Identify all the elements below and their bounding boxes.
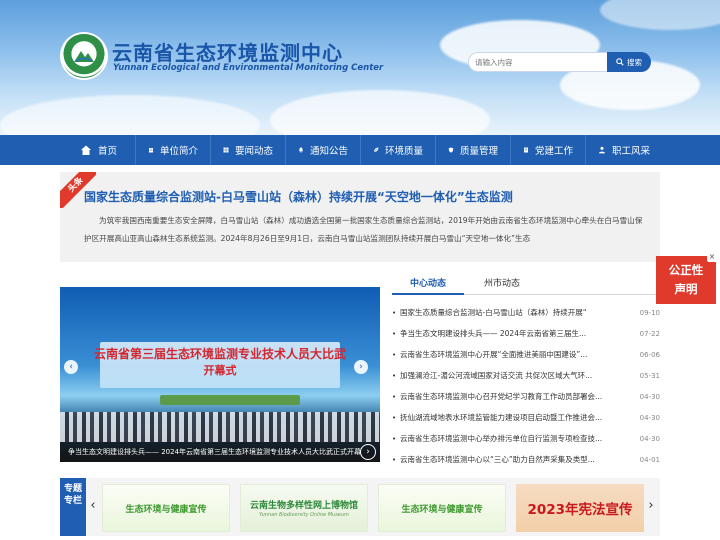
slider-next-button[interactable]: › [354,360,368,374]
main-nav: 首页 单位简介 要闻动态 通知公告 环境质量 质量管理 党建工作 职工风采 [0,135,720,165]
emblem-icon[interactable] [62,34,106,78]
mountain-icon [74,51,94,62]
news-date: 07-22 [639,329,660,338]
nav-item-quality-mgmt[interactable]: 质量管理 [436,135,511,165]
chevron-right-icon: › [359,362,363,372]
nav-item-env-quality[interactable]: 环境质量 [361,135,436,165]
list-item[interactable]: • 云南省生态环境监测中心举办排污单位自行监测专项检查技... 04-30 [392,428,660,449]
close-icon[interactable]: × [707,252,717,262]
nav-item-label: 党建工作 [534,146,573,157]
people-icon [598,146,605,154]
nav-item-label: 通知公告 [309,146,348,157]
news-date: 04-01 [639,455,660,464]
list-item[interactable]: • 国家生态质量综合监测站-白马雪山站（森林）持续开展“ 09-10 [392,302,660,323]
list-item[interactable]: • 云南省生态环境监测中心以“三心”助力自然声采集及类型... 04-01 [392,449,660,470]
home-icon [80,145,91,155]
badge-line-1: 公正性 [668,263,704,277]
photo-slider[interactable]: 云南省第三届生态环境监测专业技术人员大比武 开幕式 争当生态文明建设排头兵—— … [60,287,380,462]
list-item[interactable]: • 云南省生态环境监测中心召开党纪学习教育工作动员部署会... 04-30 [392,386,660,407]
stage-table [160,395,300,405]
cloud-decoration [600,0,720,30]
building-icon [148,148,153,153]
badge-line-2: 声明 [674,282,698,296]
tab-prefecture-news[interactable]: 州市动态 [470,275,534,295]
chevron-right-icon: › [648,498,654,513]
nav-item-news[interactable]: 要闻动态 [211,135,286,165]
banner-health-promo[interactable]: 生态环境与健康宣传 [102,484,230,532]
bell-icon [298,147,303,153]
news-date: 04-30 [639,413,660,422]
book-icon [523,147,528,153]
nav-item-label: 质量管理 [459,146,498,157]
banner-health-promo-2[interactable]: 生态环境与健康宣传 [378,484,506,532]
feature-prev-button[interactable]: ‹ [88,496,98,516]
news-tabs: 中心动态 州市动态 [392,275,660,295]
nav-item-label: 要闻动态 [234,146,273,157]
search-icon [616,58,624,66]
search-input[interactable] [468,52,608,72]
news-date: 06-06 [639,350,660,359]
banner-biodiversity-museum[interactable]: 云南生物多样性网上博物馆 Yunnan Biodiversity Online … [240,484,368,532]
news-title[interactable]: 云南省生态环境监测中心召开党纪学习教育工作动员部署会... [398,391,632,402]
nav-item-label: 环境质量 [384,146,423,157]
banner-subtitle: Yunnan Biodiversity Online Museum [259,512,349,518]
nav-item-staff[interactable]: 职工风采 [586,135,662,165]
site-title[interactable]: 云南省生态环境监测中心 [112,37,343,66]
news-date: 05-31 [639,371,660,380]
nav-item-label: 首页 [97,146,117,157]
news-title[interactable]: 抚仙湖流域地表水环境监管能力建设项目启动暨工作推进会... [398,412,632,423]
banner-title: 云南生物多样性网上博物馆 [249,501,358,511]
news-title[interactable]: 争当生态文明建设排头兵—— 2024年云南省第三届生... [398,328,632,339]
list-item[interactable]: • 抚仙湖流域地表水环境监管能力建设项目启动暨工作推进会... 04-30 [392,407,660,428]
tab-center-news[interactable]: 中心动态 [392,275,464,295]
banner-title: 生态环境与健康宣传 [401,504,483,515]
nav-item-label: 职工风采 [611,146,650,157]
shield-icon [448,147,454,153]
news-title[interactable]: 云南省生态环境监测中心开展“全面推进美丽中国建设”... [398,349,632,360]
nav-item-label: 单位简介 [159,146,198,157]
slider-prev-button[interactable]: ‹ [64,360,78,374]
site-subtitle: Yunnan Ecological and Environmental Moni… [113,63,384,73]
news-title[interactable]: 云南省生态环境监测中心以“三心”助力自然声采集及类型... [398,454,632,465]
list-item[interactable]: • 争当生态文明建设排头兵—— 2024年云南省第三届生... 07-22 [392,323,660,344]
audience [60,412,380,442]
feature-tag: 专题专栏 [60,478,86,536]
stage-title: 云南省第三届生态环境监测专业技术人员大比武 [93,347,346,361]
slide-caption[interactable]: 争当生态文明建设排头兵—— 2024年云南省第三届生态环境监测专业技术人员大比武… [60,442,380,462]
news-title[interactable]: 加强澜沧江-湄公河流域国家对话交流 共促次区域大气环... [398,370,632,381]
banner-title: 2023年宪法宣传 [527,502,633,518]
nav-item-party[interactable]: 党建工作 [511,135,586,165]
nav-item-about[interactable]: 单位简介 [136,135,211,165]
stage-subtitle: 开幕式 [203,364,237,377]
cloud-decoration [270,90,490,135]
banner-title: 生态环境与健康宣传 [125,504,207,515]
search-button-label: 搜索 [627,57,642,67]
search-button[interactable]: 搜索 [607,52,651,72]
nav-item-home[interactable]: 首页 [62,135,136,165]
list-item[interactable]: • 加强澜沧江-湄公河流域国家对话交流 共促次区域大气环... 05-31 [392,365,660,386]
slider-play-button[interactable]: › [360,444,376,460]
chevron-left-icon: ‹ [90,498,96,513]
feature-next-button[interactable]: › [646,496,656,516]
news-title[interactable]: 国家生态质量综合监测站-白马雪山站（森林）持续开展“ [398,307,632,318]
list-item[interactable]: • 云南省生态环境监测中心开展“全面推进美丽中国建设”... 06-06 [392,344,660,365]
nav-item-notices[interactable]: 通知公告 [286,135,361,165]
news-list: • 国家生态质量综合监测站-白马雪山站（森林）持续开展“ 09-10 • 争当生态文明… [392,302,660,470]
leaf-icon [373,147,379,153]
impartiality-statement-badge[interactable]: 公正性 声明 [656,256,716,304]
headline-title[interactable]: 国家生态质量综合监测站-白马雪山站（森林）持续开展“天空地一体化”生态监测 [84,188,513,205]
chevron-left-icon: ‹ [69,362,73,372]
play-icon: › [366,447,370,457]
grid-icon [223,147,229,153]
news-date: 04-30 [639,392,660,401]
news-date: 04-30 [639,434,660,443]
news-title[interactable]: 云南省生态环境监测中心举办排污单位自行监测专项检查技... [398,433,632,444]
headline-summary: 为筑牢我国西南重要生态安全屏障，白马雪山站（森林）成功遴选全国第一批国家生态质量… [84,216,643,243]
news-date: 09-10 [639,308,660,317]
banner-constitution[interactable]: 2023年宪法宣传 [516,484,644,532]
cloud-decoration [0,95,260,135]
